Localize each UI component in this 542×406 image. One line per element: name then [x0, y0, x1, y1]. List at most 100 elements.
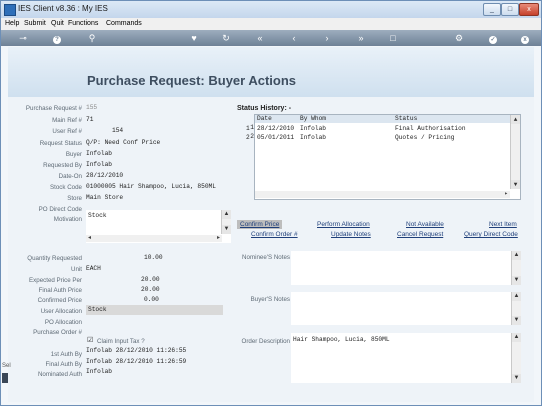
- back-icon[interactable]: ‹: [288, 33, 300, 43]
- window-title: IES Client v8.36 : My IES: [18, 4, 108, 13]
- row-by-whom: Infolab: [300, 134, 326, 141]
- forward-icon[interactable]: ›: [321, 33, 333, 43]
- request-status-field: Q/P: Need Conf Price: [86, 139, 161, 146]
- stock-code-field[interactable]: 01000005 Hair Shampoo, Lucia, 850ML: [86, 182, 236, 191]
- row-by-whom: Infolab: [300, 125, 326, 132]
- scroll-up-icon[interactable]: ▲: [222, 210, 231, 219]
- menu-help[interactable]: Help: [5, 20, 19, 27]
- qty-requested-field[interactable]: 10.00: [144, 253, 184, 262]
- scroll-up-icon[interactable]: ▲: [512, 292, 521, 301]
- confirm-order-link[interactable]: Confirm Order #: [251, 231, 298, 238]
- confirm-price-link[interactable]: Confirm Price: [237, 220, 283, 229]
- nominees-notes-text: [293, 252, 493, 261]
- requested-by-label: Requested By: [43, 162, 82, 169]
- scroll-right-icon[interactable]: ▸: [217, 234, 220, 241]
- column-by-whom: By Whom: [300, 115, 326, 122]
- motivation-text: Stock: [88, 212, 107, 219]
- user-allocation-label: User Allocation: [40, 308, 82, 315]
- next-item-link[interactable]: Next Item: [489, 221, 517, 228]
- maximize-button[interactable]: □: [501, 3, 519, 16]
- scroll-down-icon[interactable]: ▼: [222, 225, 231, 234]
- purchase-order-field[interactable]: [86, 327, 176, 336]
- scroll-up-icon[interactable]: ▲: [511, 115, 520, 124]
- minimize-button[interactable]: _: [483, 3, 501, 16]
- nominees-notes-textarea[interactable]: ▲ ▼: [291, 251, 521, 285]
- query-direct-code-link[interactable]: Query Direct Code: [464, 231, 518, 238]
- final-auth-price-field[interactable]: 20.00: [141, 285, 181, 294]
- order-description-vscroll[interactable]: ▲ ▼: [511, 333, 521, 383]
- new-record-icon[interactable]: □: [387, 33, 399, 43]
- scroll-down-icon[interactable]: ▼: [512, 276, 521, 285]
- order-description-label: Order Description: [241, 338, 291, 345]
- expected-price-field[interactable]: 20.00: [141, 275, 181, 284]
- claim-input-tax-checkbox[interactable]: ☑: [87, 336, 93, 344]
- perform-allocation-link[interactable]: Perform Allocation: [317, 221, 370, 228]
- cancel-request-link[interactable]: Cancel Request: [397, 231, 443, 238]
- scroll-up-icon[interactable]: ▲: [512, 333, 521, 342]
- order-description-text: Hair Shampoo, Lucia, 850ML: [293, 336, 390, 343]
- form-area: Purchase Request: Buyer Actions Purchase…: [8, 47, 534, 402]
- confirm-icon[interactable]: ✓: [487, 33, 499, 44]
- main-ref-field[interactable]: 71: [86, 115, 176, 124]
- motivation-textarea[interactable]: Stock ▲ ▼ ◂ ▸: [86, 210, 231, 243]
- purchase-request-label: Purchase Request #: [25, 105, 82, 112]
- help-icon[interactable]: ?: [51, 33, 63, 44]
- page-banner: Purchase Request: Buyer Actions: [8, 47, 534, 97]
- scroll-down-icon[interactable]: ▼: [511, 180, 520, 189]
- menu-functions[interactable]: Functions: [68, 20, 98, 27]
- nominees-notes-vscroll[interactable]: ▲ ▼: [511, 251, 521, 285]
- date-on-field[interactable]: 28/12/2010: [86, 171, 176, 180]
- requested-by-field: Infolab: [86, 161, 112, 168]
- scroll-down-icon[interactable]: ▼: [512, 316, 521, 325]
- user-ref-label: User Ref #: [52, 128, 82, 135]
- status-history-grid: Date By Whom Status 1 28/12/2010 Infolab…: [246, 114, 521, 200]
- close-button[interactable]: x: [519, 3, 539, 16]
- first-auth-field: Infolab 28/12/2010 11:26:55: [86, 347, 187, 354]
- user-ref-field[interactable]: 154: [112, 126, 172, 135]
- buyers-notes-textarea[interactable]: ▲ ▼: [291, 292, 521, 325]
- exit-icon[interactable]: x: [519, 33, 531, 44]
- menu-bar: Help Submit Quit Functions Commands: [1, 18, 541, 30]
- nominated-auth-field[interactable]: Infolab: [86, 367, 176, 376]
- update-notes-link[interactable]: Update Notes: [331, 231, 371, 238]
- confirmed-price-field[interactable]: 0.00: [144, 295, 184, 304]
- status-history-row[interactable]: 2 05/01/2011 Infolab Quotes / Pricing: [246, 133, 510, 142]
- scroll-up-icon[interactable]: ▲: [512, 251, 521, 260]
- search-icon[interactable]: ⚲: [86, 33, 98, 43]
- buyers-notes-text: [293, 293, 493, 302]
- motivation-vscroll[interactable]: ▲ ▼: [221, 210, 231, 234]
- row-status: Final Authorisation: [395, 125, 466, 132]
- row-date: 05/01/2011: [257, 134, 295, 141]
- rewind-icon[interactable]: «: [254, 33, 266, 43]
- scroll-left-icon[interactable]: ◂: [88, 234, 91, 241]
- user-allocation-field[interactable]: Stock: [86, 305, 223, 315]
- menu-quit[interactable]: Quit: [51, 20, 64, 27]
- sidebar-fragment-icon[interactable]: [2, 373, 8, 383]
- po-allocation-field[interactable]: [86, 317, 176, 326]
- not-available-link[interactable]: Not Available: [406, 221, 444, 228]
- page-title: Purchase Request: Buyer Actions: [87, 73, 297, 88]
- unit-field[interactable]: EACH: [86, 264, 146, 273]
- stock-code-label: Stock Code: [50, 184, 82, 191]
- settings-icon[interactable]: ⚙: [453, 33, 465, 43]
- status-history-row[interactable]: 1 28/12/2010 Infolab Final Authorisation: [246, 124, 510, 133]
- status-history-vscroll[interactable]: ▲ ▼: [510, 115, 520, 189]
- fast-forward-icon[interactable]: »: [355, 33, 367, 43]
- column-date: Date: [257, 115, 272, 122]
- purchase-order-label: Purchase Order #: [33, 329, 82, 336]
- buyer-field[interactable]: Infolab: [86, 149, 176, 158]
- app-icon: [4, 4, 16, 16]
- row-number-1: 1: [250, 124, 254, 131]
- refresh-icon[interactable]: ↻: [220, 33, 232, 43]
- menu-commands[interactable]: Commands: [106, 20, 142, 27]
- status-history-hscroll[interactable]: ▸: [255, 190, 510, 198]
- order-description-textarea[interactable]: Hair Shampoo, Lucia, 850ML ▲ ▼: [291, 333, 521, 383]
- buyers-notes-vscroll[interactable]: ▲ ▼: [511, 292, 521, 325]
- scroll-down-icon[interactable]: ▼: [512, 374, 521, 383]
- motivation-hscroll[interactable]: ◂ ▸: [86, 235, 222, 242]
- key-icon[interactable]: ⊸: [15, 33, 31, 43]
- store-field[interactable]: Main Store: [86, 193, 176, 202]
- scroll-right-icon[interactable]: ▸: [504, 190, 508, 197]
- heart-icon[interactable]: ♥: [188, 33, 200, 43]
- menu-submit[interactable]: Submit: [24, 20, 46, 27]
